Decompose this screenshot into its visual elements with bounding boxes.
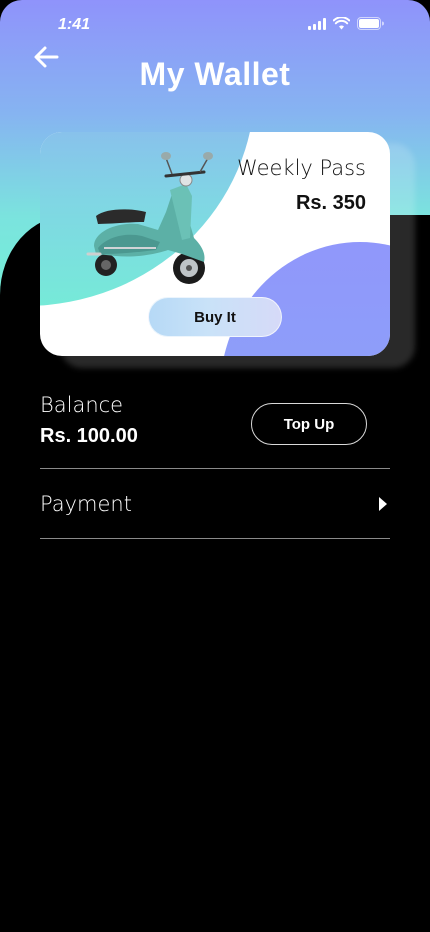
- payment-row[interactable]: Payment: [40, 470, 390, 538]
- scooter-image: [86, 152, 213, 284]
- payment-label: Payment: [40, 492, 132, 516]
- page-title: My Wallet: [139, 56, 291, 92]
- status-time: 1:41: [58, 16, 91, 33]
- cellular-signal-icon: [308, 17, 326, 30]
- status-bar: 1:41: [0, 0, 430, 50]
- divider: [40, 468, 390, 469]
- chevron-right-icon: [379, 497, 387, 511]
- balance-label: Balance: [40, 393, 124, 417]
- status-icons: [308, 17, 384, 30]
- pass-price: Rs. 350: [295, 192, 366, 214]
- buy-it-button[interactable]: Buy It: [148, 297, 282, 337]
- weekly-pass-card: Weekly Pass Rs. 350 Buy It: [40, 132, 390, 356]
- wallet-screen: 1:41 My Wallet Weekly Pass Rs. 350 Buy I…: [0, 0, 430, 932]
- pass-name: Weekly Pass: [237, 156, 366, 180]
- divider: [40, 538, 390, 539]
- top-up-button[interactable]: Top Up: [251, 403, 367, 445]
- wifi-icon: [333, 17, 350, 30]
- balance-amount: Rs. 100.00: [40, 425, 138, 447]
- battery-icon: [357, 17, 384, 30]
